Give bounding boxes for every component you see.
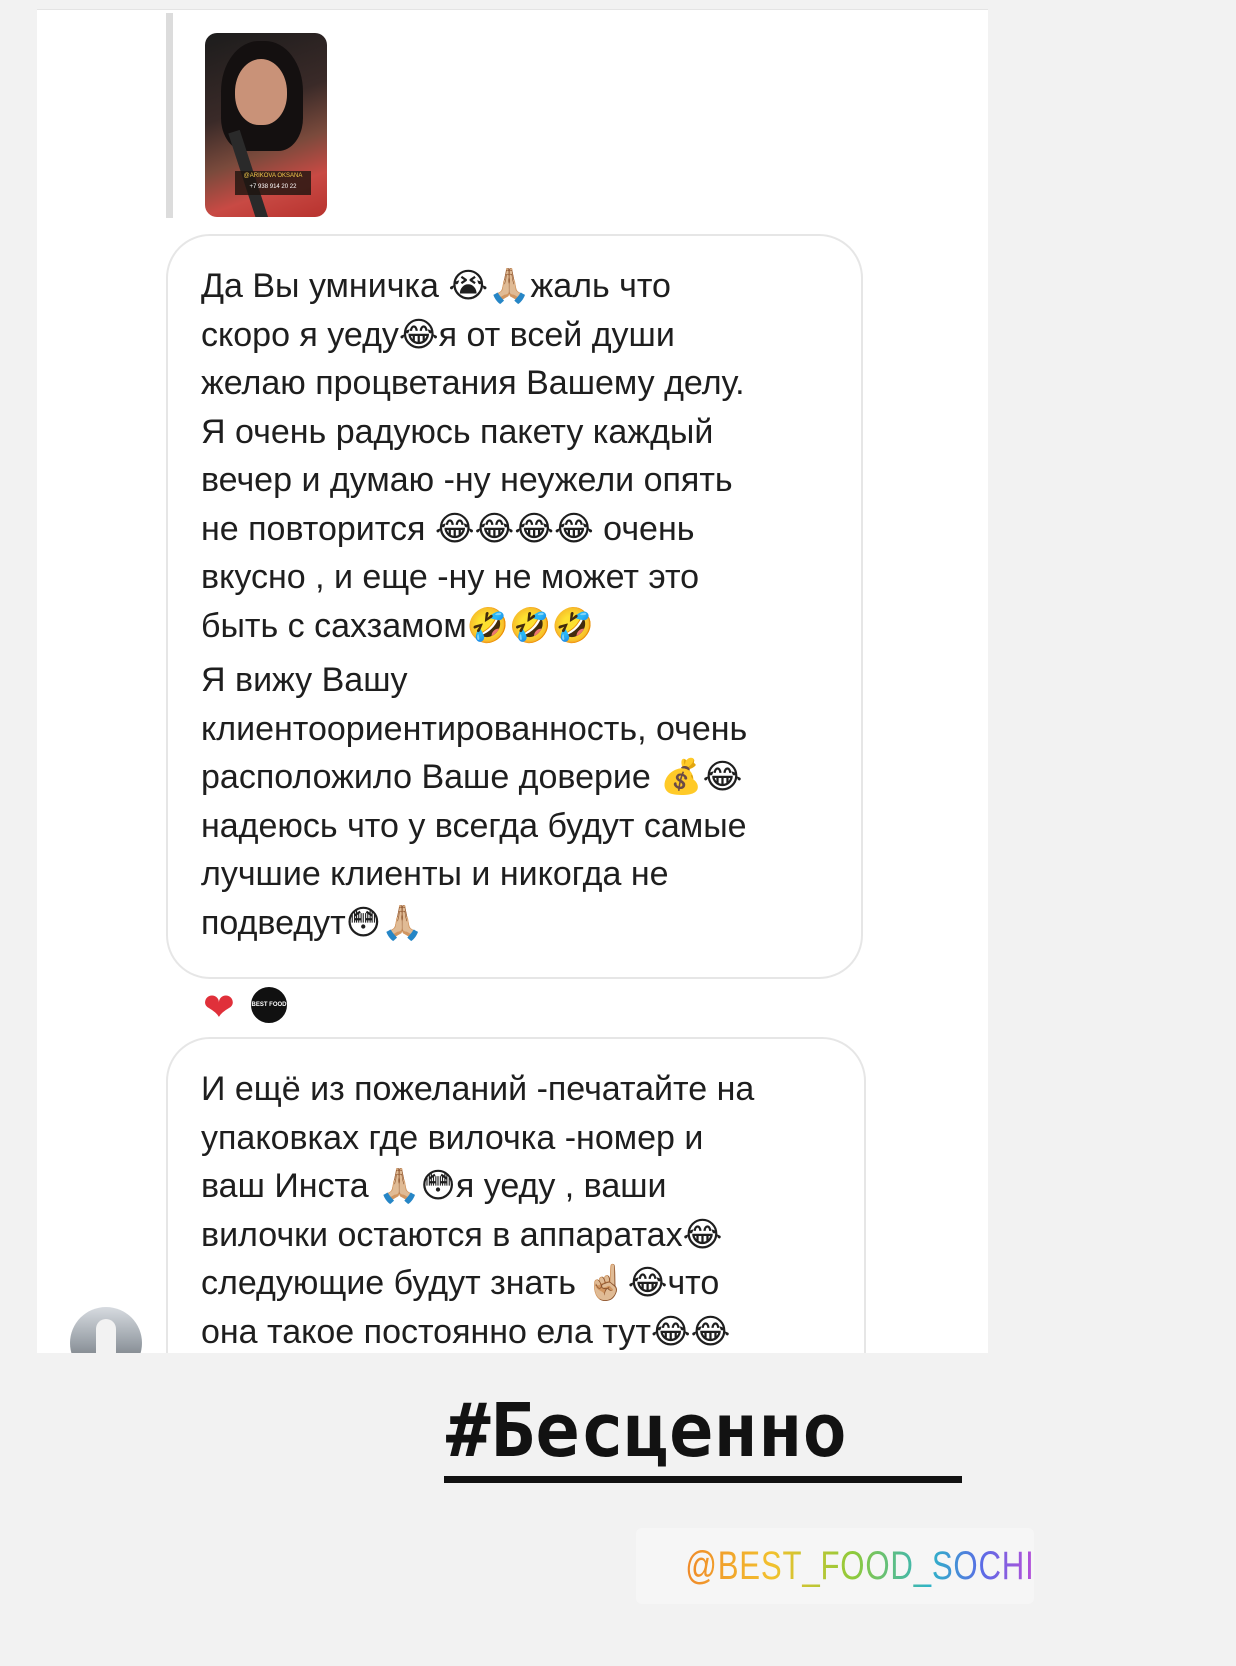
mention-sticker[interactable]: @BEST_FOOD_SOCHI (636, 1528, 1034, 1604)
sender-avatar-figure (96, 1319, 116, 1353)
message-line: Да Вы умничка 😭🙏🏼жаль что (201, 267, 671, 305)
brand-avatar[interactable]: BEST FOOD (249, 985, 289, 1025)
message-line: упаковках где вилочка -номер и (201, 1118, 704, 1157)
message-line: вечер и думаю -ну неужели опять (201, 461, 733, 499)
message-line: желаю процветания Вашему делу. (201, 364, 745, 402)
hashtag-underline (444, 1476, 962, 1483)
message-line: она такое постоянно ела тут😂😂 (201, 1312, 731, 1351)
message-line: подведут😳🙏🏼 (201, 903, 424, 942)
message-line: не повторится 😂😂😂😂 очень (201, 509, 695, 548)
dm-screenshot: @ARIKOVA OKSANA +7 938 914 20 22 Да Вы у… (37, 9, 988, 1353)
message-line: скоро я уеду😂я от всей души (201, 315, 675, 354)
message-line: лучшие клиенты и никогда не (201, 855, 669, 893)
message-line: клиентоориентированность, очень (201, 709, 748, 748)
message-line: ваш Инста 🙏🏼😳я уеду , ваши (201, 1167, 667, 1205)
thumbnail-face (235, 59, 287, 125)
story-reply-thumbnail[interactable]: @ARIKOVA OKSANA +7 938 914 20 22 (205, 33, 327, 217)
message-line: быть с сахзамом🤣🤣🤣 (201, 606, 594, 645)
message-bubble-2[interactable]: И ещё из пожеланий -печатайте на упаковк… (166, 1037, 866, 1353)
heart-reaction-icon[interactable]: ❤ (203, 989, 235, 1027)
thumbnail-caption-name: @ARIKOVA OKSANA (243, 173, 303, 179)
message-line: Я вижу Вашу (201, 661, 408, 699)
sender-avatar[interactable] (70, 1307, 142, 1353)
message-line: вкусно , и еще -ну не может это (201, 558, 700, 596)
mention-text: @BEST_FOOD_SOCHI (685, 1528, 1034, 1604)
message-bubble-1[interactable]: Да Вы умничка 😭🙏🏼жаль что скоро я уеду😂я… (166, 234, 863, 979)
thumbnail-caption: @ARIKOVA OKSANA +7 938 914 20 22 (235, 171, 311, 195)
thumbnail-caption-phone: +7 938 914 20 22 (249, 184, 297, 190)
hashtag-sticker: #Бесценно (446, 1388, 847, 1474)
message-line: вилочки остаются в аппаратах😂 (201, 1215, 723, 1254)
message-line: следующие будут знать ☝🏼😂что (201, 1264, 720, 1302)
message-line: надеюсь что у всегда будут самые (201, 806, 747, 845)
message-line: расположило Ваше доверие 💰😂 (201, 758, 743, 796)
reply-quote-bar (166, 13, 173, 218)
message-line: Я очень радуюсь пакету каждый (201, 412, 714, 451)
message-line: И ещё из пожеланий -печатайте на (201, 1070, 755, 1108)
